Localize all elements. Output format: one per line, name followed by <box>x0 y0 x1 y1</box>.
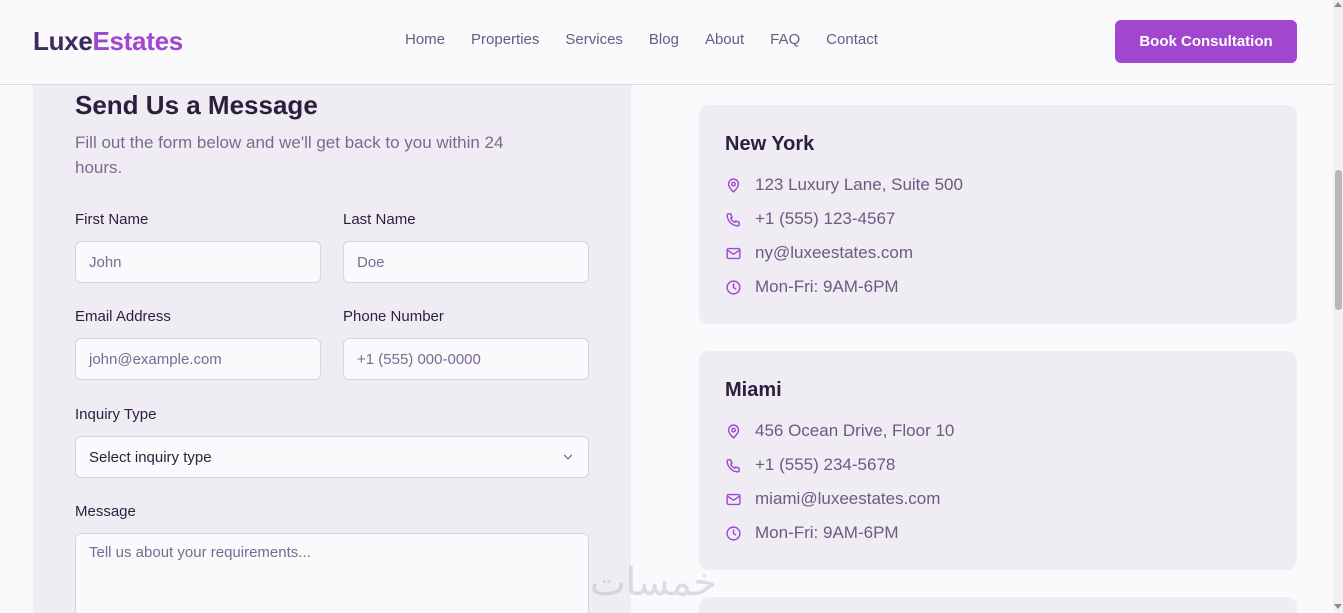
office-hours-row: Mon-Fri: 9AM-6PM <box>725 523 899 543</box>
nav-about[interactable]: About <box>705 31 744 48</box>
office-email-row: miami@luxeestates.com <box>725 489 940 509</box>
office-card-miami: Miami 456 Ocean Drive, Floor 10 +1 (555)… <box>699 351 1297 570</box>
office-phone-row: +1 (555) 123-4567 <box>725 209 895 229</box>
office-city: Miami <box>725 379 782 401</box>
clock-icon <box>726 525 741 541</box>
office-card-new-york: New York 123 Luxury Lane, Suite 500 +1 (… <box>699 105 1297 324</box>
contact-form-panel: Send Us a Message Fill out the form belo… <box>33 85 631 613</box>
nav-home[interactable]: Home <box>405 31 445 48</box>
inquiry-type-select[interactable]: Select inquiry type <box>75 436 589 478</box>
scroll-down-arrow-icon[interactable] <box>1334 604 1342 609</box>
message-label: Message <box>75 503 136 520</box>
last-name-label: Last Name <box>343 211 416 228</box>
office-city: New York <box>725 133 815 155</box>
nav-properties[interactable]: Properties <box>471 31 539 48</box>
office-address: 123 Luxury Lane, Suite 500 <box>755 175 963 194</box>
book-consultation-button[interactable]: Book Consultation <box>1115 20 1297 63</box>
office-phone-row: +1 (555) 234-5678 <box>725 455 895 475</box>
office-phone[interactable]: +1 (555) 234-5678 <box>755 455 895 475</box>
top-header: LuxeEstates Home Properties Services Blo… <box>0 0 1333 85</box>
phone-icon <box>726 212 740 227</box>
office-hours: Mon-Fri: 9AM-6PM <box>755 523 899 542</box>
office-hours: Mon-Fri: 9AM-6PM <box>755 277 899 296</box>
nav-faq[interactable]: FAQ <box>770 31 800 48</box>
office-email[interactable]: ny@luxeestates.com <box>755 243 913 263</box>
form-title: Send Us a Message <box>75 90 318 120</box>
logo[interactable]: LuxeEstates <box>33 26 183 57</box>
office-address-row: 456 Ocean Drive, Floor 10 <box>725 421 954 441</box>
phone-label: Phone Number <box>343 308 444 325</box>
phone-input[interactable]: +1 (555) 000-0000 <box>343 338 589 380</box>
last-name-input[interactable]: Doe <box>343 241 589 283</box>
office-hours-row: Mon-Fri: 9AM-6PM <box>725 277 899 297</box>
first-name-label: First Name <box>75 211 149 228</box>
logo-part-2: Estates <box>92 26 183 56</box>
clock-icon <box>726 279 741 295</box>
watermark: خمسات <box>590 560 717 604</box>
email-input[interactable]: john@example.com <box>75 338 321 380</box>
first-name-input[interactable]: John <box>75 241 321 283</box>
office-address: 456 Ocean Drive, Floor 10 <box>755 421 955 440</box>
map-pin-icon <box>727 177 740 193</box>
nav-services[interactable]: Services <box>565 31 623 48</box>
scroll-up-arrow-icon[interactable] <box>1334 2 1342 7</box>
email-label: Email Address <box>75 308 171 325</box>
mail-icon <box>726 247 741 259</box>
scrollbar-thumb[interactable] <box>1335 170 1342 310</box>
office-email[interactable]: miami@luxeestates.com <box>755 489 940 509</box>
logo-part-1: Luxe <box>33 26 93 56</box>
chevron-down-icon <box>563 454 573 460</box>
page: LuxeEstates Home Properties Services Blo… <box>0 0 1343 613</box>
main-nav: Home Properties Services Blog About FAQ … <box>405 31 904 48</box>
inquiry-type-label: Inquiry Type <box>75 406 157 423</box>
nav-blog[interactable]: Blog <box>649 31 679 48</box>
form-subtitle: Fill out the form below and we'll get ba… <box>75 133 504 177</box>
nav-contact[interactable]: Contact <box>826 31 878 48</box>
office-card-partial <box>699 597 1297 613</box>
inquiry-type-value: Select inquiry type <box>89 448 212 466</box>
map-pin-icon <box>727 423 740 439</box>
office-email-row: ny@luxeestates.com <box>725 243 913 263</box>
mail-icon <box>726 493 741 505</box>
phone-icon <box>726 458 740 473</box>
message-textarea[interactable]: Tell us about your requirements... <box>75 533 589 613</box>
office-phone[interactable]: +1 (555) 123-4567 <box>755 209 895 229</box>
office-address-row: 123 Luxury Lane, Suite 500 <box>725 175 963 195</box>
